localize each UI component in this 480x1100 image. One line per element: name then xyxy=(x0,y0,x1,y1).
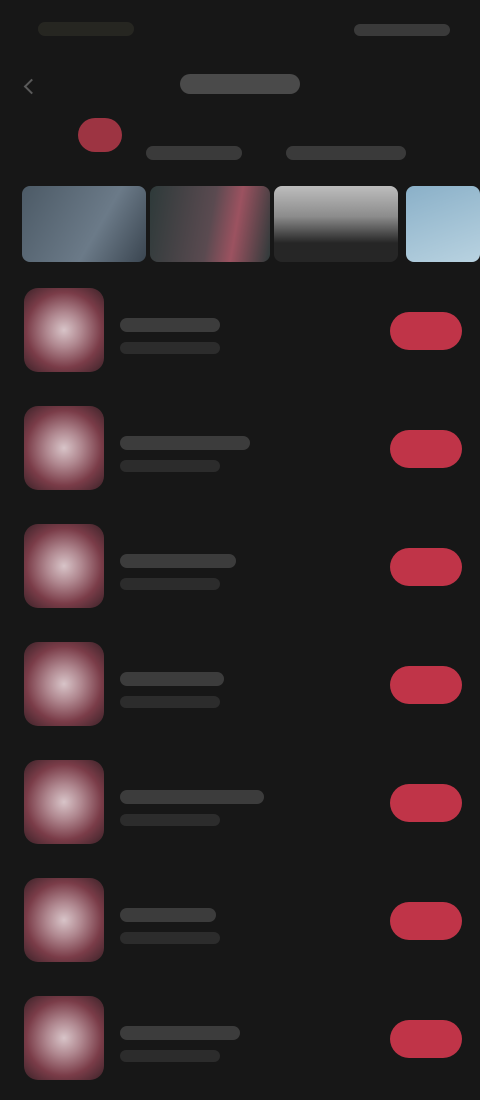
item-subtitle xyxy=(120,932,220,944)
item-subtitle xyxy=(120,578,220,590)
item-thumbnail[interactable] xyxy=(24,406,104,490)
banner-item[interactable] xyxy=(150,186,270,262)
item-title xyxy=(120,436,250,450)
page-title xyxy=(180,74,300,94)
list-item[interactable] xyxy=(0,274,480,392)
status-bar xyxy=(0,0,480,56)
item-action-button[interactable] xyxy=(390,784,462,822)
item-title xyxy=(120,318,220,332)
item-subtitle xyxy=(120,1050,220,1062)
item-title xyxy=(120,554,236,568)
item-thumbnail[interactable] xyxy=(24,524,104,608)
item-title xyxy=(120,672,224,686)
tab-1[interactable] xyxy=(146,146,242,160)
item-action-button[interactable] xyxy=(390,666,462,704)
item-action-button[interactable] xyxy=(390,902,462,940)
item-subtitle xyxy=(120,696,220,708)
item-thumbnail[interactable] xyxy=(24,288,104,372)
item-subtitle xyxy=(120,814,220,826)
item-title xyxy=(120,908,216,922)
top-bar xyxy=(0,56,480,116)
item-thumbnail[interactable] xyxy=(24,878,104,962)
item-subtitle xyxy=(120,342,220,354)
status-right-indicators xyxy=(354,24,450,36)
item-subtitle xyxy=(120,460,220,472)
item-action-button[interactable] xyxy=(390,548,462,586)
tab-bar xyxy=(0,112,480,172)
item-action-button[interactable] xyxy=(390,430,462,468)
item-action-button[interactable] xyxy=(390,1020,462,1058)
item-title xyxy=(120,790,264,804)
list-item[interactable] xyxy=(0,982,480,1100)
list-item[interactable] xyxy=(0,746,480,864)
tab-active-indicator xyxy=(78,118,122,152)
tab-2[interactable] xyxy=(286,146,406,160)
item-thumbnail[interactable] xyxy=(24,996,104,1080)
list-item[interactable] xyxy=(0,392,480,510)
banner-item[interactable] xyxy=(274,186,398,262)
item-thumbnail[interactable] xyxy=(24,760,104,844)
item-action-button[interactable] xyxy=(390,312,462,350)
list-item[interactable] xyxy=(0,628,480,746)
status-left-indicators xyxy=(38,22,134,36)
list-item[interactable] xyxy=(0,864,480,982)
banner-item[interactable] xyxy=(406,186,480,262)
banner-item[interactable] xyxy=(22,186,146,262)
back-button[interactable] xyxy=(14,70,46,102)
banner-carousel[interactable] xyxy=(0,186,480,266)
list-item[interactable] xyxy=(0,510,480,628)
item-title xyxy=(120,1026,240,1040)
item-thumbnail[interactable] xyxy=(24,642,104,726)
